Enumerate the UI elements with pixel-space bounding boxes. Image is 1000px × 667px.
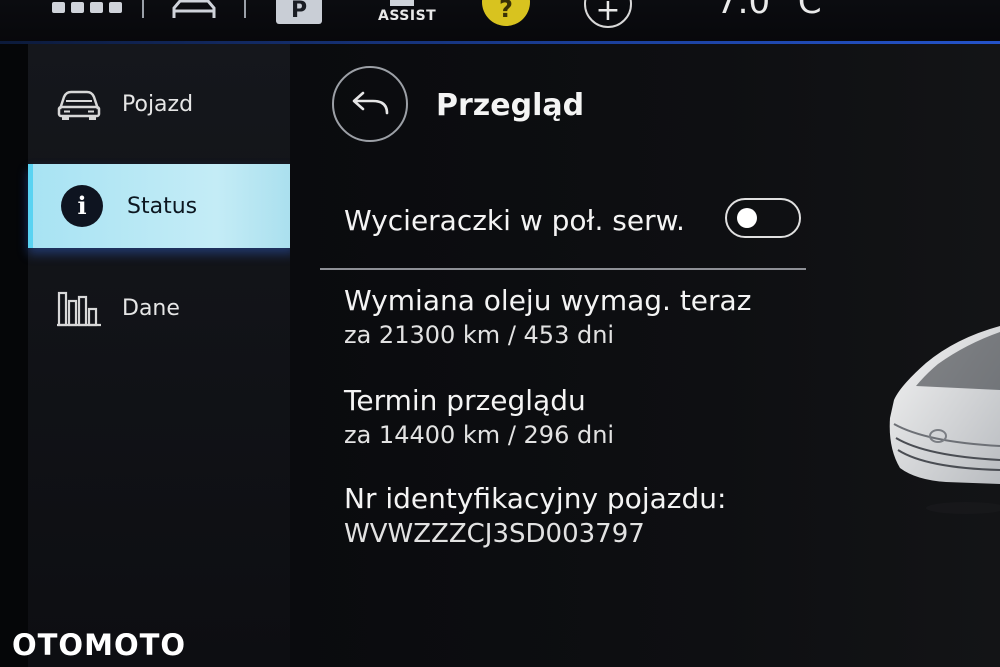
assist-button[interactable]: ASSIST — [378, 0, 436, 30]
oil-change-info: Wymiana oleju wymag. teraz za 21300 km /… — [344, 284, 751, 349]
wipers-service-setting: Wycieraczki w poł. serw. — [344, 198, 804, 246]
assist-icon — [390, 0, 414, 6]
info-icon: i — [61, 185, 119, 227]
page-title: Przegląd — [436, 88, 585, 123]
inspection-info: Termin przeglądu za 14400 km / 296 dni — [344, 384, 614, 449]
inspection-title: Termin przeglądu — [344, 384, 586, 417]
oil-change-value: za 21300 km / 453 dni — [344, 321, 615, 349]
bar-chart-icon — [56, 289, 114, 327]
wipers-service-label: Wycieraczki w poł. serw. — [344, 204, 685, 237]
status-bar: P ASSIST ? + 7.0 °C — [0, 0, 1000, 44]
vin-value: WVWZZZCJ3SD003797 — [344, 519, 645, 549]
back-arrow-icon — [352, 91, 389, 115]
vin-title: Nr identyfikacyjny pojazdu: — [344, 482, 727, 515]
toggle-knob — [737, 208, 757, 228]
sidebar-item-label: Status — [127, 193, 198, 219]
parking-button[interactable]: P — [276, 0, 322, 24]
sidebar-item-dane[interactable]: Dane — [28, 266, 290, 350]
outside-temperature: 7.0 °C — [716, 0, 822, 22]
wipers-service-toggle[interactable] — [725, 198, 801, 238]
sidebar-item-label: Pojazd — [122, 91, 194, 117]
sidebar-item-pojazd[interactable]: Pojazd — [28, 62, 290, 146]
assist-label: ASSIST — [378, 8, 437, 24]
sidebar-item-status[interactable]: i Status — [28, 164, 295, 248]
divider — [142, 0, 144, 18]
inspection-value: za 14400 km / 296 dni — [344, 421, 615, 449]
car-icon — [56, 87, 114, 121]
oil-change-title: Wymiana oleju wymag. teraz — [344, 284, 752, 317]
add-button[interactable]: + — [584, 0, 632, 28]
divider — [320, 268, 806, 270]
divider — [244, 0, 246, 18]
sidebar-item-label: Dane — [122, 295, 180, 321]
vehicle-icon[interactable] — [172, 0, 216, 18]
watermark-logo: OTOMOTO — [12, 628, 187, 662]
sidebar: Pojazd i Status Dane — [28, 44, 295, 667]
help-button[interactable]: ? — [482, 0, 530, 26]
apps-grid-icon[interactable] — [52, 2, 122, 32]
back-button[interactable] — [332, 66, 408, 142]
vin-info: Nr identyfikacyjny pojazdu: WVWZZZCJ3SD0… — [344, 482, 726, 549]
car-image — [889, 326, 1000, 514]
